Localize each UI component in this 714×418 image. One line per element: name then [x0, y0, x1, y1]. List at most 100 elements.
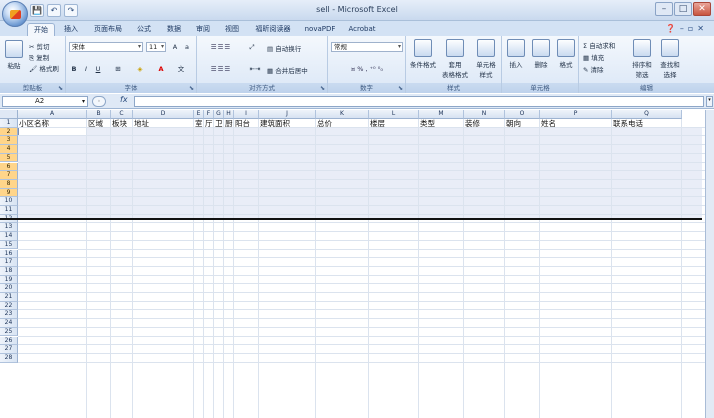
font-name-select[interactable]: 宋体: [69, 42, 143, 52]
format-button[interactable]: 格式: [554, 39, 578, 69]
column-header-j[interactable]: J: [259, 110, 316, 119]
column-header-l[interactable]: L: [369, 110, 419, 119]
insert-function-icon[interactable]: fx: [120, 95, 128, 104]
column-header-n[interactable]: N: [464, 110, 505, 119]
row-header-9[interactable]: 9: [0, 188, 18, 198]
row-header-23[interactable]: 23: [0, 310, 18, 320]
row-header-21[interactable]: 21: [0, 293, 18, 302]
autosum-button[interactable]: Σ 自动求和: [583, 40, 615, 50]
grow-font-button[interactable]: A: [169, 42, 181, 52]
column-header-q[interactable]: Q: [612, 110, 682, 119]
row-header-8[interactable]: 8: [0, 179, 18, 189]
row-header-18[interactable]: 18: [0, 266, 18, 276]
column-header-i[interactable]: I: [234, 110, 259, 119]
row-header-7[interactable]: 7: [0, 171, 18, 180]
row-header-28[interactable]: 28: [0, 353, 18, 363]
row-header-24[interactable]: 24: [0, 319, 18, 328]
cell-grid[interactable]: 小区名称 区域 板块 地址室厅卫厨阳台 建筑面积 总价 楼层 类型 装修 朝向 姓名 联系电话: [0, 119, 714, 418]
row-header-1[interactable]: 1: [0, 119, 18, 128]
dialog-launcher-icon[interactable]: ⬊: [398, 85, 403, 92]
row-header-11[interactable]: 11: [0, 206, 18, 215]
close-icon[interactable]: ✕: [693, 2, 711, 16]
fill-color-icon[interactable]: ◈: [132, 64, 148, 74]
row-header-22[interactable]: 22: [0, 301, 18, 311]
row-header-4[interactable]: 4: [0, 145, 18, 154]
format-painter-button[interactable]: 🖌 格式刷: [29, 63, 59, 73]
find-select-button[interactable]: 查找和 选择: [657, 39, 683, 79]
number-format-select[interactable]: 常规: [331, 42, 403, 52]
tab-data[interactable]: 数据: [163, 23, 185, 36]
minimize-icon[interactable]: –: [655, 2, 673, 16]
conditional-format-button[interactable]: 条件格式: [408, 39, 438, 69]
fill-button[interactable]: ▦ 填充: [583, 52, 604, 62]
row-header-20[interactable]: 20: [0, 284, 18, 293]
column-header-b[interactable]: B: [87, 110, 111, 119]
row-header-19[interactable]: 19: [0, 275, 18, 285]
shrink-font-button[interactable]: a: [181, 42, 193, 52]
row-header-17[interactable]: 17: [0, 258, 18, 267]
dialog-launcher-icon[interactable]: ⬊: [189, 85, 194, 92]
paste-button[interactable]: 粘贴: [3, 40, 25, 70]
phonetic-icon[interactable]: 文: [174, 64, 188, 74]
column-header-m[interactable]: M: [419, 110, 464, 119]
tab-home[interactable]: 开始: [27, 23, 55, 36]
column-header-o[interactable]: O: [505, 110, 540, 119]
delete-button[interactable]: 删除: [529, 39, 553, 69]
row-header-16[interactable]: 16: [0, 249, 18, 259]
copy-button[interactable]: ⎘ 复制: [29, 52, 49, 63]
maximize-icon[interactable]: □: [674, 2, 692, 16]
sort-filter-button[interactable]: 排序和 筛选: [629, 39, 655, 79]
row-header-5[interactable]: 5: [0, 153, 18, 163]
row-header-27[interactable]: 27: [0, 345, 18, 354]
row-header-15[interactable]: 15: [0, 240, 18, 250]
column-header-k[interactable]: K: [316, 110, 369, 119]
format-as-table-button[interactable]: 套用 表格格式: [440, 39, 470, 79]
office-button-icon[interactable]: [2, 1, 28, 27]
formula-controls[interactable]: ◦: [92, 96, 106, 107]
insert-button[interactable]: 插入: [504, 39, 528, 69]
wrap-text-button[interactable]: ▤ 自动换行: [267, 43, 301, 53]
underline-button[interactable]: U: [93, 64, 103, 74]
column-header-g[interactable]: G: [214, 110, 224, 119]
vertical-align-icons[interactable]: ☰☰☰: [201, 42, 241, 52]
number-format-icons[interactable]: ¤ % , ⁺⁰ ⁰₀: [331, 64, 403, 74]
orientation-icon[interactable]: ⤢: [245, 42, 259, 52]
column-header-c[interactable]: C: [111, 110, 133, 119]
formula-input[interactable]: [134, 96, 704, 107]
cut-button[interactable]: ✂ 剪切: [29, 41, 50, 51]
tab-review[interactable]: 审阅: [192, 23, 214, 36]
italic-button[interactable]: I: [81, 64, 91, 74]
select-all-corner[interactable]: [0, 110, 18, 119]
clear-button[interactable]: ✎ 清除: [583, 64, 604, 74]
tab-novapdf[interactable]: novaPDF: [302, 23, 338, 36]
row-header-14[interactable]: 14: [0, 232, 18, 241]
bold-button[interactable]: B: [69, 64, 79, 74]
column-header-a[interactable]: A: [18, 110, 87, 119]
row-header-25[interactable]: 25: [0, 327, 18, 337]
column-header-p[interactable]: P: [540, 110, 612, 119]
ribbon-window-controls[interactable]: ❓–▫✕: [666, 24, 708, 33]
name-box[interactable]: A2: [2, 96, 88, 107]
tab-insert[interactable]: 插入: [60, 23, 82, 36]
column-header-e[interactable]: E: [194, 110, 204, 119]
horizontal-align-icons[interactable]: ☰☰☰: [201, 64, 241, 74]
row-header-13[interactable]: 13: [0, 223, 18, 233]
row-header-2[interactable]: 2: [0, 127, 18, 137]
row-header-6[interactable]: 6: [0, 162, 18, 172]
indent-icons[interactable]: ⇤⇥: [245, 64, 265, 74]
tab-foxit[interactable]: 福昕阅读器: [250, 23, 296, 36]
expand-formula-bar-icon[interactable]: ▾: [706, 96, 713, 107]
borders-icon[interactable]: ⊞: [111, 64, 125, 74]
font-size-select[interactable]: 11: [146, 42, 166, 52]
row-header-26[interactable]: 26: [0, 336, 18, 346]
vertical-scrollbar[interactable]: [705, 110, 714, 418]
cell-styles-button[interactable]: 单元格 样式: [471, 39, 501, 79]
merge-center-button[interactable]: ▦ 合并后居中: [267, 65, 308, 75]
row-header-3[interactable]: 3: [0, 136, 18, 146]
tab-formulas[interactable]: 公式: [133, 23, 155, 36]
tab-page-layout[interactable]: 页面布局: [88, 23, 128, 36]
column-header-h[interactable]: H: [224, 110, 234, 119]
tab-view[interactable]: 视图: [221, 23, 243, 36]
row-header-10[interactable]: 10: [0, 197, 18, 206]
dialog-launcher-icon[interactable]: ⬊: [320, 85, 325, 92]
